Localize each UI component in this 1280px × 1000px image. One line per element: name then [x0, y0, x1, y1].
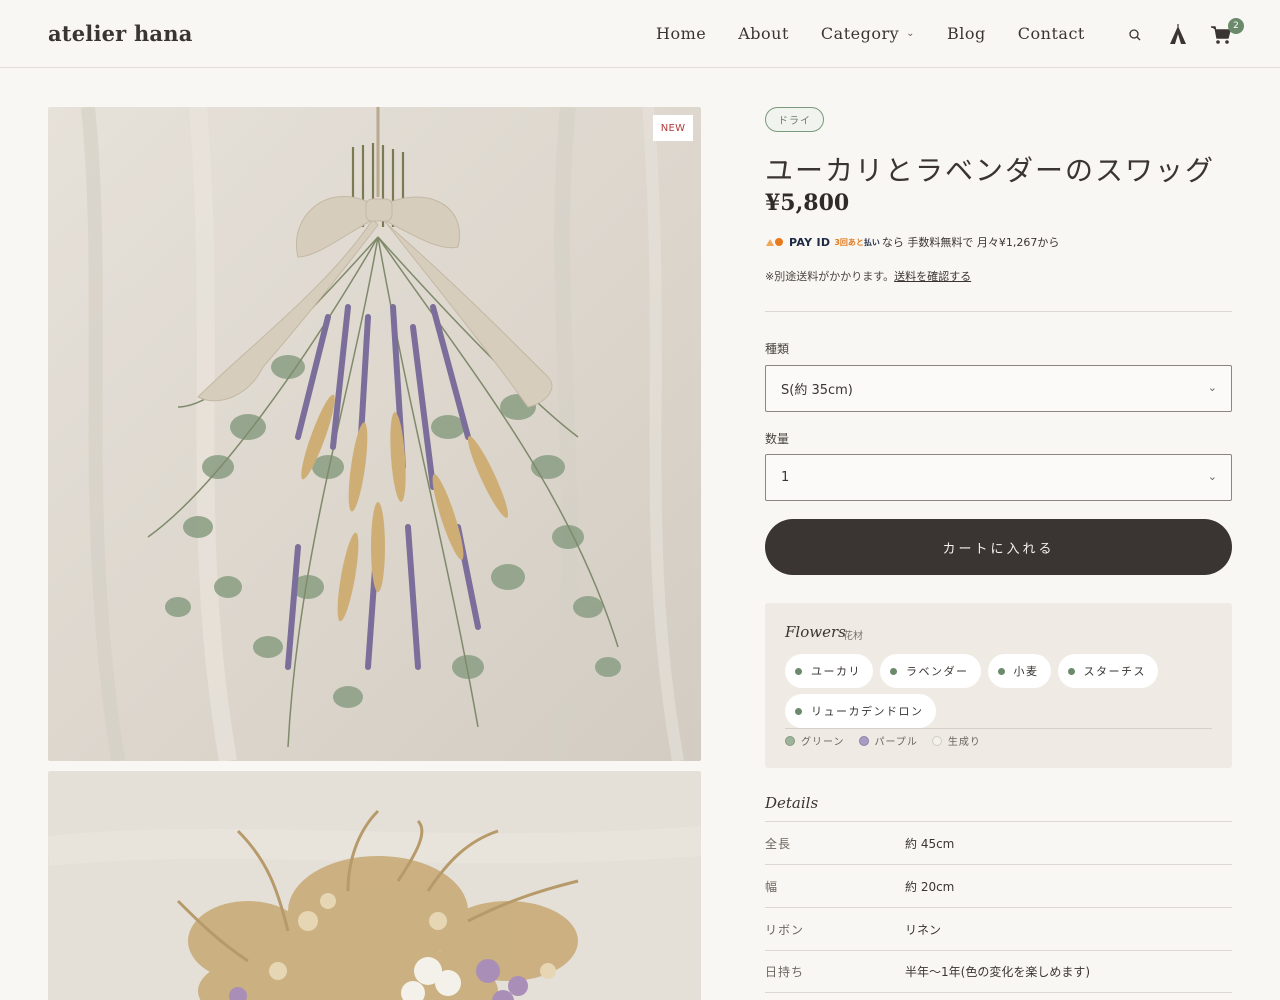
color-swatch [931, 735, 942, 746]
flowers-subtitle: 花材 [843, 631, 863, 642]
flowers-panel: Flowers 花材 ユーカリ ラベンダー 小麦 スターチス リューカデンドロン… [765, 603, 1232, 768]
cart-button[interactable]: 2 [1210, 18, 1244, 50]
details-value: リネン [905, 922, 942, 937]
payid-brand: PAY ID [789, 235, 831, 249]
nav-home[interactable]: Home [656, 24, 706, 43]
pay-terms-text: なら 手数料無料で 月々¥1,267から [881, 236, 1060, 249]
color-label: グリーン [801, 737, 845, 748]
color-swatch [858, 735, 869, 746]
cart-count-badge: 2 [1228, 18, 1244, 34]
color-swatch [785, 735, 795, 746]
dot-icon [795, 667, 802, 675]
flower-chip-label: ラベンダー [906, 665, 969, 678]
color-item: 生成り [931, 733, 981, 748]
details-row: 幅 約 20cm [765, 864, 1232, 907]
flower-chip[interactable]: 小麦 [987, 654, 1051, 688]
nav-about-label: About [738, 24, 789, 43]
details-value: 半年〜1年(色の変化を楽しめます) [905, 965, 1090, 979]
payid-logo-icon [766, 238, 783, 246]
dot-icon [1067, 667, 1075, 675]
color-item: パープル [858, 733, 918, 748]
category-tag[interactable]: ドライ [765, 107, 824, 132]
tent-icon [1170, 24, 1186, 44]
details-row: 日持ち 半年〜1年(色の変化を楽しめます) [765, 950, 1232, 993]
shipping-note: ※別途送料がかかります。送料を確認する [765, 268, 971, 284]
details-key: 幅 [765, 879, 779, 894]
nav-contact[interactable]: Contact [1018, 24, 1085, 43]
main-nav: Home About Category ⌄ Blog Contact [656, 24, 1117, 43]
color-item: グリーン [785, 733, 845, 748]
account-button[interactable] [1167, 24, 1189, 50]
flower-chips: ユーカリ ラベンダー 小麦 スターチス リューカデンドロン [785, 654, 1215, 734]
pay-after-a: 3回あと [834, 237, 864, 247]
quantity-select-value: 1 [781, 470, 790, 485]
payment-installment-row: PAY ID 3回あと払い なら 手数料無料で 月々¥1,267から [765, 234, 1059, 250]
quantity-select[interactable]: 1 ⌄ [765, 454, 1232, 501]
details-row: リボン リネン [765, 907, 1232, 950]
flower-chip-label: リューカデンドロン [811, 705, 924, 718]
shipping-text: ※別途送料がかかります。 [765, 270, 895, 283]
dot-icon [795, 707, 802, 715]
quantity-label: 数量 [765, 432, 790, 446]
flowers-title: Flowers [785, 623, 846, 641]
pay-after-label: 3回あと払い [834, 237, 880, 248]
swag-photo [48, 107, 701, 761]
details-key: リボン [765, 922, 805, 937]
flower-chip[interactable]: ユーカリ [785, 654, 873, 688]
details-key: 全長 [765, 836, 792, 851]
nav-contact-label: Contact [1017, 24, 1085, 43]
product-title: ユーカリとラベンダーのスワッグ [765, 154, 1216, 187]
details-row: 全長 約 45cm [765, 821, 1232, 864]
site-header: atelier hana Home About Category ⌄ Blog C… [0, 0, 1280, 68]
new-badge: NEW [653, 115, 693, 141]
add-to-cart-button[interactable]: カートに入れる [765, 519, 1232, 575]
color-label: パープル [874, 737, 918, 748]
chevron-down-icon: ⌄ [1207, 381, 1217, 394]
chevron-down-icon: ⌄ [1207, 470, 1217, 483]
wreath-photo [48, 771, 701, 1000]
dot-icon [890, 667, 897, 675]
nav-blog-label: Blog [947, 24, 986, 43]
details-key: 日持ち [765, 965, 805, 979]
nav-blog[interactable]: Blog [947, 24, 986, 43]
nav-category[interactable]: Category ⌄ [821, 24, 915, 43]
dot-icon [997, 667, 1005, 675]
shipping-link[interactable]: 送料を確認する [894, 270, 971, 283]
search-icon [1129, 29, 1141, 41]
flower-chip[interactable]: スターチス [1057, 654, 1158, 688]
type-label: 種類 [765, 342, 790, 356]
divider [785, 728, 1212, 729]
details-value: 約 20cm [905, 879, 955, 894]
color-label: 生成り [947, 737, 981, 748]
color-list: グリーン パープル 生成り [785, 733, 995, 748]
type-select-value: S(約 35cm) [781, 383, 853, 398]
pay-after-b: 払い [863, 237, 880, 247]
chevron-down-icon: ⌄ [906, 28, 916, 39]
divider [765, 311, 1232, 312]
nav-home-label: Home [656, 24, 707, 43]
product-price: ¥5,800 [765, 190, 850, 216]
flower-chip-label: 小麦 [1013, 665, 1039, 678]
nav-about[interactable]: About [738, 24, 789, 43]
type-select[interactable]: S(約 35cm) ⌄ [765, 365, 1232, 412]
flower-chip-label: スターチス [1083, 665, 1146, 678]
product-image-main[interactable]: NEW [48, 107, 701, 761]
product-image-secondary[interactable] [48, 771, 701, 1000]
site-logo[interactable]: atelier hana [48, 21, 193, 46]
flower-chip-label: ユーカリ [811, 665, 861, 678]
flower-chip[interactable]: リューカデンドロン [785, 694, 936, 728]
details-title: Details [765, 794, 819, 812]
nav-category-label: Category [820, 24, 900, 43]
details-value: 約 45cm [905, 836, 955, 851]
flower-chip[interactable]: ラベンダー [880, 654, 981, 688]
search-button[interactable] [1128, 27, 1142, 46]
